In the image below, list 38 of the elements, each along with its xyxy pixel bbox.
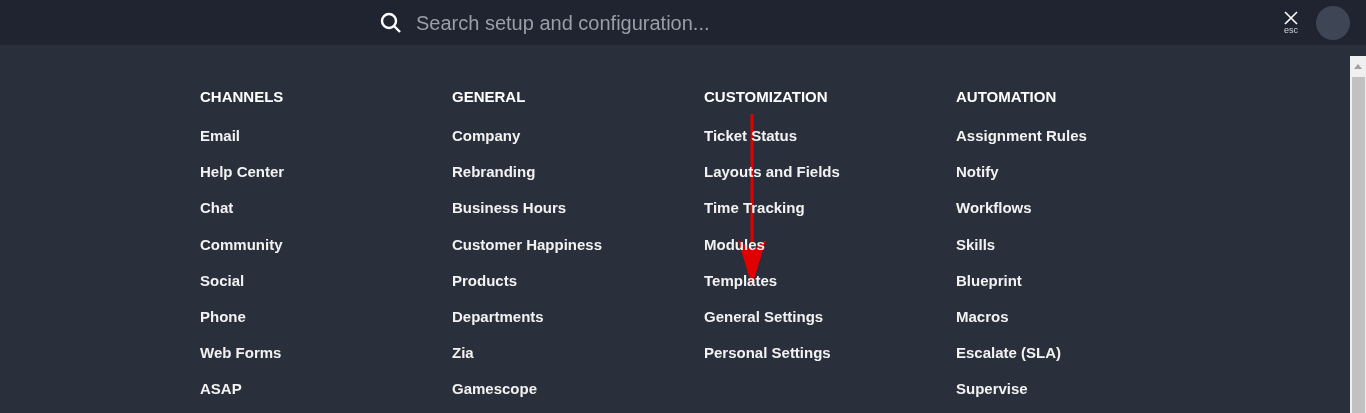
menu-link[interactable]: Help Center bbox=[200, 162, 285, 183]
menu-link[interactable]: Gamescope bbox=[452, 379, 538, 400]
menu-link[interactable]: Community bbox=[200, 234, 283, 255]
close-icon bbox=[1284, 10, 1298, 25]
menu-link[interactable]: General Settings bbox=[704, 306, 824, 327]
menu-link[interactable]: Web Forms bbox=[200, 343, 282, 364]
menu-heading: AUTOMATION bbox=[956, 87, 1057, 107]
menu-link[interactable]: Social bbox=[200, 270, 245, 291]
menu-link[interactable]: Escalate (SLA) bbox=[956, 343, 1062, 364]
menu-link[interactable]: Company bbox=[452, 126, 521, 146]
menu-heading: CUSTOMIZATION bbox=[704, 87, 828, 107]
menu-link[interactable]: Personal Settings bbox=[704, 343, 831, 364]
menu-heading: GENERAL bbox=[452, 87, 526, 107]
menu-link[interactable]: Workflows bbox=[956, 198, 1032, 219]
close-button[interactable]: esc bbox=[1284, 10, 1298, 35]
menu-link[interactable]: Email bbox=[200, 126, 241, 146]
menu-link[interactable]: Departments bbox=[452, 306, 544, 327]
menu-link[interactable]: Blueprint bbox=[956, 270, 1022, 291]
menu-link[interactable]: Products bbox=[452, 270, 517, 291]
search-icon bbox=[380, 11, 402, 34]
menu-link[interactable]: Business Hours bbox=[452, 198, 567, 219]
menu-link[interactable]: ASAP bbox=[200, 379, 242, 400]
scrollbar[interactable] bbox=[1350, 56, 1366, 413]
menu-link[interactable]: Customer Happiness bbox=[452, 234, 603, 255]
menu-link[interactable]: Macros bbox=[956, 306, 1009, 327]
menu-link[interactable]: Supervise bbox=[956, 379, 1028, 400]
menu-link[interactable]: Rebranding bbox=[452, 162, 536, 183]
menu-link[interactable]: Phone bbox=[200, 306, 246, 327]
scroll-up-icon[interactable] bbox=[1354, 64, 1362, 69]
menu-heading: CHANNELS bbox=[200, 87, 284, 107]
menu-link[interactable]: Assignment Rules bbox=[956, 126, 1087, 146]
close-hint: esc bbox=[1284, 24, 1298, 35]
menu-link[interactable]: Notify bbox=[956, 162, 999, 183]
menu-link[interactable]: Chat bbox=[200, 198, 234, 219]
menu-link[interactable]: Templates bbox=[704, 270, 778, 291]
menu-link[interactable]: Skills bbox=[956, 234, 996, 255]
menu-link[interactable]: Zia bbox=[452, 343, 474, 364]
user-avatar[interactable] bbox=[1316, 5, 1350, 40]
